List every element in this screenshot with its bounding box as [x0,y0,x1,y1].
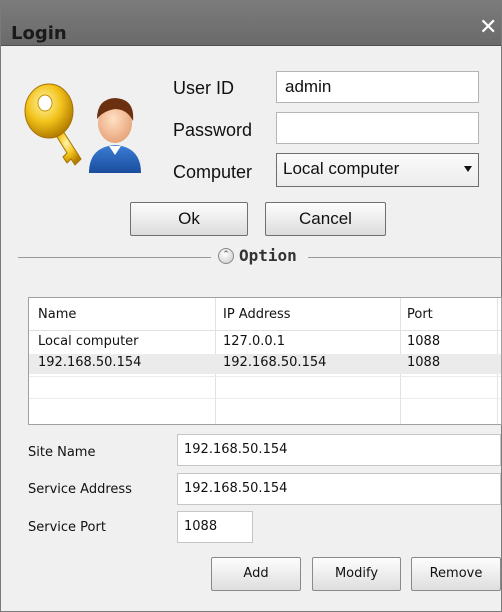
table-cell-name: 192.168.50.154 [38,355,142,370]
row-divider [29,376,501,377]
computer-label: Computer [173,162,253,182]
service-port-input[interactable]: 1088 [177,511,253,543]
login-dialog: Login ✕ User ID admin Password Computer … [0,0,502,612]
column-header-name[interactable]: Name [38,307,76,322]
table-cell-ip: 127.0.0.1 [223,334,286,349]
table-cell-name: Local computer [38,334,139,349]
title-bar[interactable]: Login ✕ [1,1,501,46]
user-id-label: User ID [173,78,235,98]
site-name-input[interactable]: 192.168.50.154 [177,434,501,466]
table-row[interactable]: 192.168.50.154 192.168.50.154 1088 [29,354,501,374]
table-row[interactable]: Local computer 127.0.0.1 1088 [29,333,501,353]
row-divider [29,398,501,399]
option-divider-left [18,257,211,258]
option-divider-right [308,257,502,258]
close-icon[interactable]: ✕ [479,17,497,39]
server-list-table[interactable]: Name IP Address Port Local computer 127.… [28,297,502,425]
service-port-label: Service Port [28,520,106,535]
table-header: Name IP Address Port [29,298,501,331]
option-toggle-label[interactable]: Option [239,246,297,265]
computer-select[interactable]: Local computer [276,153,479,187]
table-cell-port: 1088 [407,334,441,349]
key-and-user-icon [24,83,141,173]
column-header-ip[interactable]: IP Address [223,307,291,322]
service-address-label: Service Address [28,482,132,497]
site-name-label: Site Name [28,445,96,460]
remove-button[interactable]: Remove [411,557,501,591]
password-input[interactable] [276,112,479,144]
table-cell-port: 1088 [407,355,441,370]
collapse-up-icon[interactable]: ⌃ [218,248,234,264]
modify-button[interactable]: Modify [312,557,401,591]
ok-button[interactable]: Ok [130,202,248,236]
password-label: Password [173,120,253,140]
window-title: Login [11,23,67,44]
column-header-port[interactable]: Port [407,307,433,322]
dropdown-arrow-icon [464,166,472,172]
service-address-input[interactable]: 192.168.50.154 [177,473,501,505]
table-cell-ip: 192.168.50.154 [223,355,327,370]
cancel-button[interactable]: Cancel [265,202,386,236]
user-id-input[interactable]: admin [276,71,479,103]
add-button[interactable]: Add [211,557,301,591]
computer-select-value: Local computer [283,159,400,178]
